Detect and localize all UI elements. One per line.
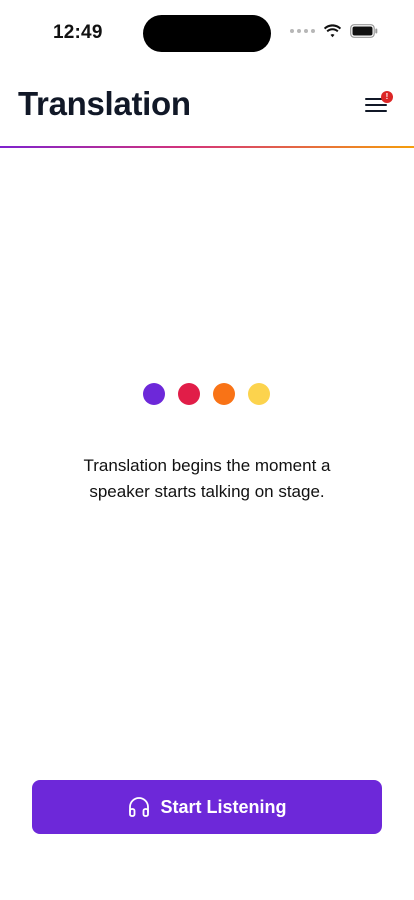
- wifi-icon: [323, 24, 342, 38]
- menu-button[interactable]: !: [364, 91, 393, 117]
- status-icons: [290, 24, 378, 38]
- notification-badge: !: [381, 91, 393, 103]
- page-title: Translation: [18, 85, 191, 122]
- loading-dot: [248, 383, 270, 405]
- cellular-signal-icon: [290, 29, 315, 33]
- loading-dot: [178, 383, 200, 405]
- dynamic-island: [143, 15, 271, 52]
- status-bar: 12:49: [0, 0, 414, 66]
- start-listening-label: Start Listening: [160, 796, 287, 817]
- loading-dot: [213, 383, 235, 405]
- start-listening-button[interactable]: Start Listening: [32, 780, 382, 834]
- battery-icon: [350, 24, 378, 38]
- status-time: 12:49: [53, 22, 103, 43]
- app-header: Translation !: [0, 66, 414, 148]
- waiting-message: Translation begins the moment a speaker …: [83, 456, 331, 501]
- headphones-icon: [129, 797, 150, 817]
- header-divider: [0, 146, 414, 148]
- loading-dots: [143, 383, 270, 405]
- loading-dot: [143, 383, 165, 405]
